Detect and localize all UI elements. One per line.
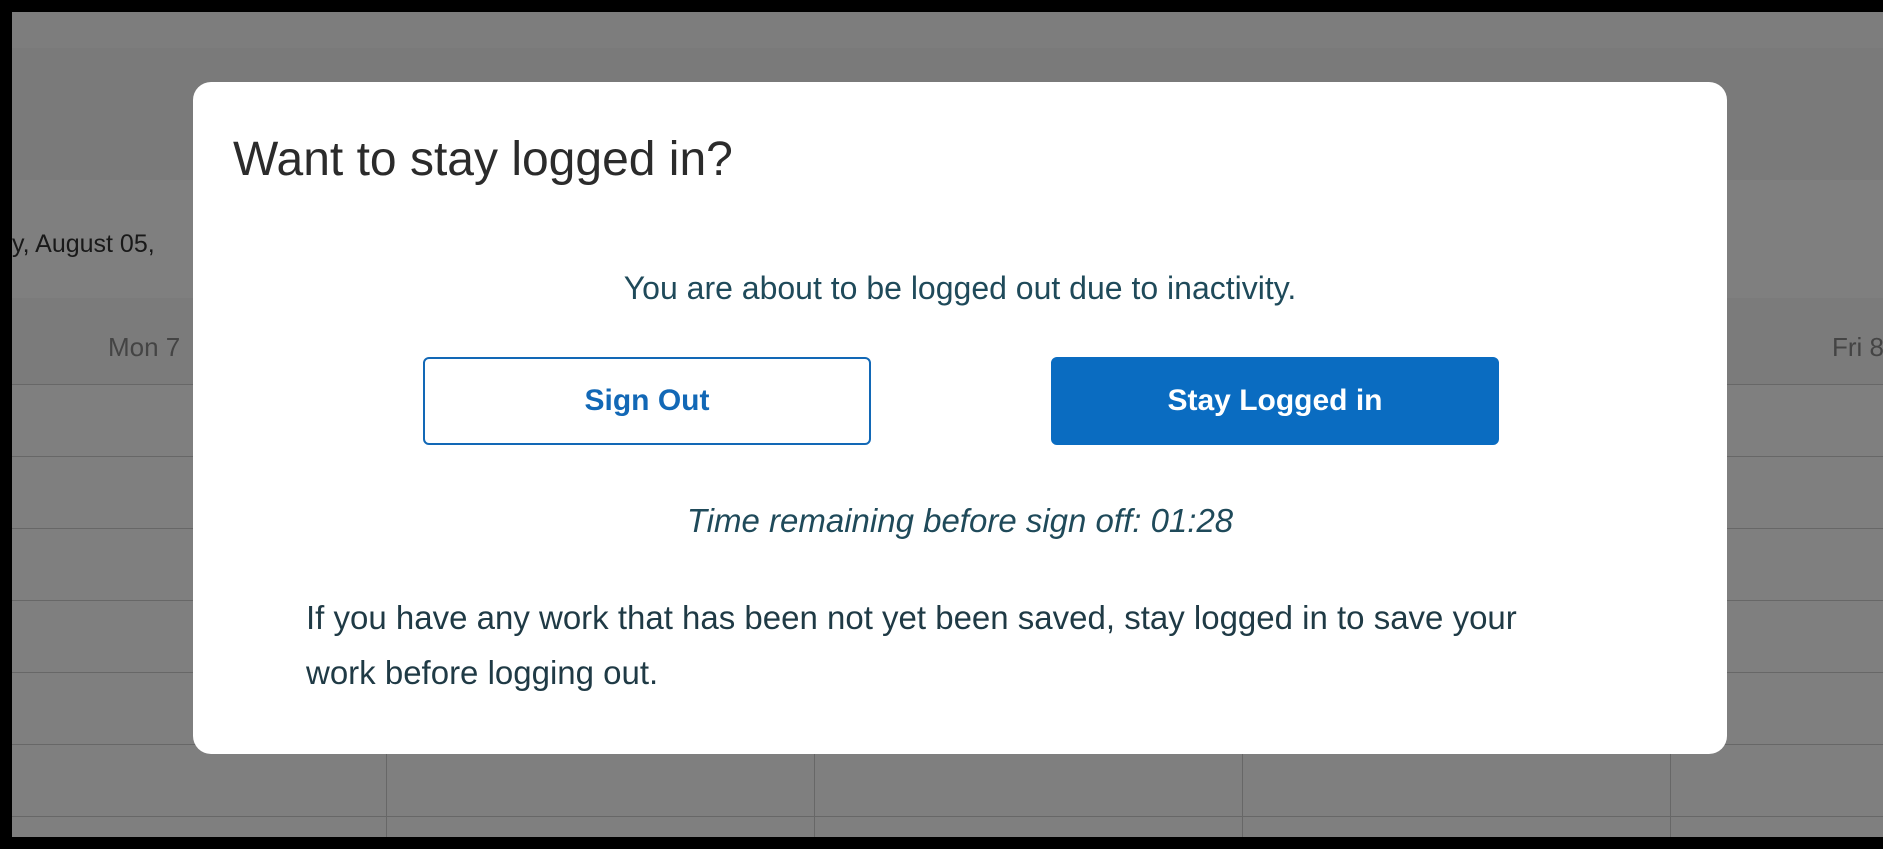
countdown-value: 01:28 xyxy=(1150,502,1234,539)
timer-prefix: Time remaining before sign off: xyxy=(686,502,1151,539)
session-timeout-dialog: Want to stay logged in? You are about to… xyxy=(193,82,1727,754)
screen-frame: y, August 05, Mon 7 Fri 8 Want to stay l… xyxy=(0,0,1883,849)
time-remaining-text: Time remaining before sign off: 01:28 xyxy=(193,502,1727,540)
sign-out-button[interactable]: Sign Out xyxy=(423,357,871,445)
stay-logged-in-button[interactable]: Stay Logged in xyxy=(1051,357,1499,445)
unsaved-work-note: If you have any work that has been not y… xyxy=(306,599,1517,691)
inactivity-message: You are about to be logged out due to in… xyxy=(623,270,1297,306)
dialog-title: Want to stay logged in? xyxy=(233,133,733,186)
